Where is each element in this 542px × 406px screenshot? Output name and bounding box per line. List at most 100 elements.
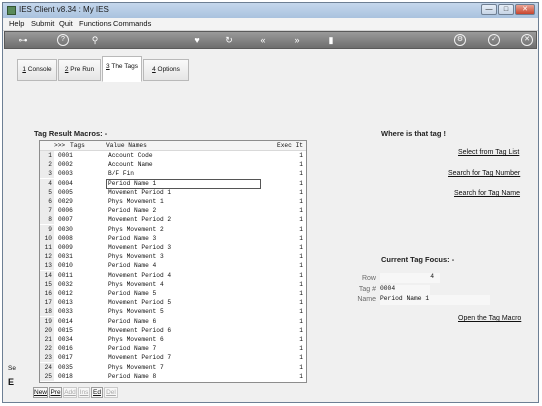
table-row[interactable]: 2 0002 Account Name 1 xyxy=(40,160,306,170)
maximize-button[interactable]: □ xyxy=(498,4,514,15)
tag-cell: 0014 xyxy=(58,317,73,325)
table-row[interactable]: 13 0010 Period Name 4 1 xyxy=(40,261,306,271)
value-name-cell: Account Code xyxy=(108,152,153,159)
search-tag-number-link[interactable]: Search for Tag Number xyxy=(448,170,520,177)
exec-cell: 1 xyxy=(299,188,303,196)
close-window-button[interactable]: ✕ xyxy=(515,4,535,15)
table-row[interactable]: 4 0004 Period Name 11 xyxy=(40,178,306,189)
exec-cell: 1 xyxy=(299,198,303,205)
header-exec: Exec It xyxy=(277,142,303,149)
close-icon[interactable]: ✕ xyxy=(521,34,533,46)
row-number: 22 xyxy=(40,344,54,354)
table-header: >>> Tags Value Names Exec It xyxy=(40,141,306,151)
exec-cell: 1 xyxy=(299,253,303,261)
menu-functions[interactable]: Functions xyxy=(79,19,112,28)
table-row[interactable]: 11 0009 Movement Period 3 1 xyxy=(40,243,306,252)
value-name-cell: Movement Period 4 xyxy=(108,271,172,279)
search-tag-name-link[interactable]: Search for Tag Name xyxy=(454,190,520,197)
new-button[interactable]: New xyxy=(33,387,48,398)
back-icon[interactable]: « xyxy=(257,34,269,46)
table-row[interactable]: 5 0005 Movement Period 1 1 xyxy=(40,187,306,197)
row-number: 1 xyxy=(40,151,54,160)
tag-result-macros-title: Tag Result Macros: - xyxy=(34,129,108,138)
add-button[interactable]: Add xyxy=(63,387,77,398)
row-number: 9 xyxy=(40,224,54,234)
key-icon[interactable]: ⊶ xyxy=(15,34,31,46)
table-row[interactable]: 15 0032 Phys Movement 4 1 xyxy=(40,279,306,289)
exec-cell: 1 xyxy=(299,161,303,169)
tag-cell: 0013 xyxy=(58,299,73,307)
table-row[interactable]: 23 0017 Movement Period 7 1 xyxy=(40,353,306,363)
row-number: 11 xyxy=(40,243,54,252)
value-name-cell: Movement Period 1 xyxy=(108,188,172,196)
refresh-icon[interactable]: ↻ xyxy=(223,34,235,46)
table-row[interactable]: 1 0001 Account Code 1 xyxy=(40,151,306,160)
forward-icon[interactable]: » xyxy=(291,34,303,46)
tag-cell: 0011 xyxy=(58,271,73,279)
tag-table[interactable]: >>> Tags Value Names Exec It 1 0001 Accoun… xyxy=(39,140,307,383)
menu-commands[interactable]: Commands xyxy=(113,19,151,28)
tab-label: The Tags xyxy=(111,63,138,70)
minimize-button[interactable]: — xyxy=(481,4,497,15)
value-name-cell: Phys Movement 7 xyxy=(108,363,164,371)
table-row[interactable]: 18 0033 Phys Movement 5 1 xyxy=(40,307,306,317)
stop-icon[interactable]: ▮ xyxy=(325,34,337,46)
table-row[interactable]: 7 0006 Period Name 2 1 xyxy=(40,206,306,216)
table-row[interactable]: 25 0018 Period Name 8 1 xyxy=(40,371,306,381)
tab-key: 3 xyxy=(106,63,110,70)
value-name-cell: Phys Movement 1 xyxy=(108,198,164,205)
ok-icon[interactable]: ✓ xyxy=(488,34,500,46)
tag-cell: 0008 xyxy=(58,234,73,242)
tab-console[interactable]: 1 Console xyxy=(17,59,57,81)
value-name-cell: Phys Movement 3 xyxy=(108,253,164,261)
exec-cell: 1 xyxy=(299,262,303,270)
menu-quit[interactable]: Quit xyxy=(59,19,73,28)
table-row[interactable]: 6 0029 Phys Movement 1 1 xyxy=(40,197,306,206)
tab-options[interactable]: 4 Options xyxy=(143,59,189,81)
open-tag-macro-link[interactable]: Open the Tag Macro xyxy=(458,315,521,322)
tag-cell: 0004 xyxy=(58,179,73,187)
search-icon[interactable]: ⚲ xyxy=(89,34,101,46)
select-from-tag-list-link[interactable]: Select from Tag List xyxy=(458,149,519,156)
tag-cell: 0030 xyxy=(58,225,73,233)
row-number: 23 xyxy=(40,353,54,363)
table-row[interactable]: 21 0034 Phys Movement 6 1 xyxy=(40,335,306,344)
table-row[interactable]: 24 0035 Phys Movement 7 1 xyxy=(40,362,306,372)
heart-icon[interactable]: ♥ xyxy=(191,34,203,46)
table-row[interactable]: 22 0016 Period Name 7 1 xyxy=(40,344,306,354)
table-row[interactable]: 16 0012 Period Name 5 1 xyxy=(40,289,306,298)
row-number: 4 xyxy=(40,178,54,188)
help-icon[interactable]: ? xyxy=(57,34,69,46)
tab-pre-run[interactable]: 2 Pre Run xyxy=(58,59,101,81)
table-row[interactable]: 19 0014 Period Name 6 1 xyxy=(40,316,306,326)
exec-cell: 1 xyxy=(299,216,303,224)
table-row[interactable]: 9 0030 Phys Movement 2 1 xyxy=(40,224,306,234)
table-row[interactable]: 3 0003 B/F Fin 1 xyxy=(40,169,306,179)
menu-submit[interactable]: Submit xyxy=(31,19,54,28)
table-row[interactable]: 10 0008 Period Name 3 1 xyxy=(40,233,306,243)
settings-icon[interactable]: ⚙ xyxy=(454,34,466,46)
table-row[interactable]: 14 0011 Movement Period 4 1 xyxy=(40,270,306,280)
row-number: 12 xyxy=(40,252,54,262)
edit-button[interactable]: Ed xyxy=(91,387,103,398)
table-row[interactable]: 20 0015 Movement Period 6 1 xyxy=(40,325,306,335)
pre-button[interactable]: Pre xyxy=(49,387,62,398)
value-name-cell: Movement Period 5 xyxy=(108,299,172,307)
table-row[interactable]: 12 0031 Phys Movement 3 1 xyxy=(40,252,306,262)
table-row[interactable]: 8 0007 Movement Period 2 1 xyxy=(40,215,306,225)
tab-the-tags[interactable]: 3 The Tags xyxy=(102,56,142,82)
menu-help[interactable]: Help xyxy=(9,19,24,28)
exec-cell: 1 xyxy=(299,326,303,334)
where-is-tag-title: Where is that tag ! xyxy=(381,129,447,138)
tab-key: 1 xyxy=(22,66,26,73)
insert-button[interactable]: Ins xyxy=(78,387,90,398)
exec-cell: 1 xyxy=(299,345,303,353)
table-row[interactable]: 17 0013 Movement Period 5 1 xyxy=(40,298,306,308)
value-name-cell: Movement Period 7 xyxy=(108,354,172,362)
value-name-cell: Period Name 4 xyxy=(108,262,157,270)
delete-button[interactable]: Del xyxy=(104,387,118,398)
value-name-cell: Movement Period 2 xyxy=(108,216,172,224)
row-label: Row xyxy=(361,275,376,282)
exec-cell: 1 xyxy=(299,207,303,215)
app-window: IES Client v8.34 : My IES — □ ✕ Help Sub… xyxy=(2,2,539,403)
